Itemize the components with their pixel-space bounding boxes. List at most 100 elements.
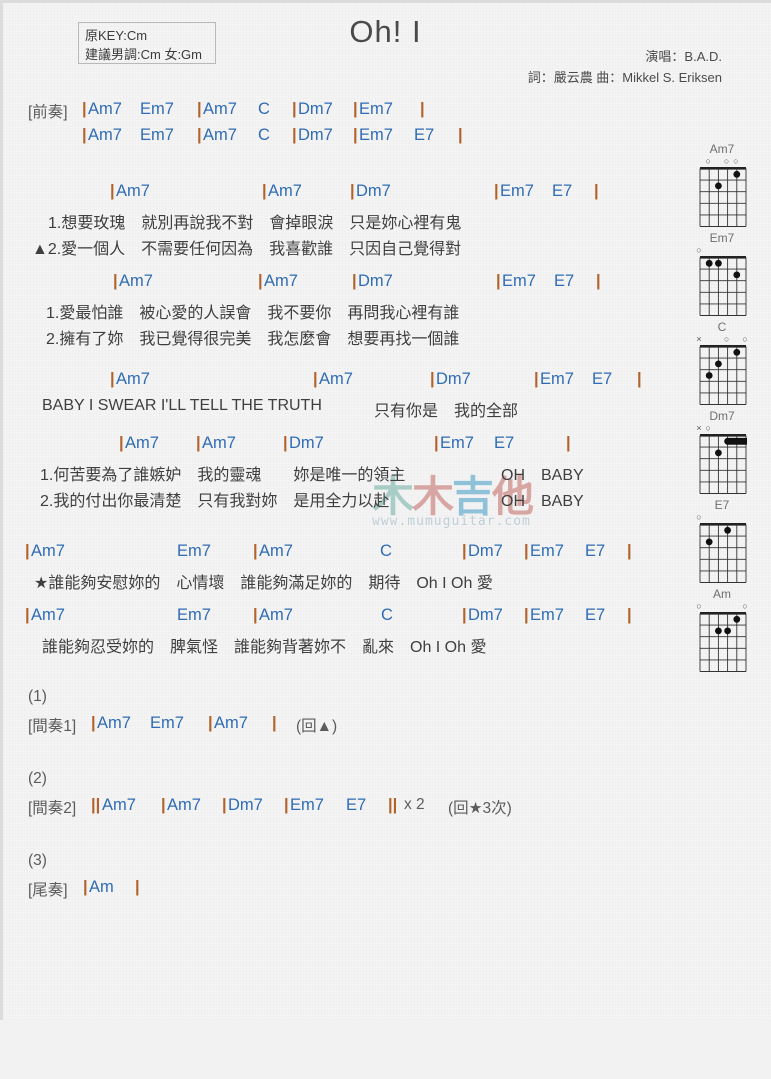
chord-diagram-grid <box>699 612 747 673</box>
chord: E7 <box>585 606 606 624</box>
ending2-chord-line: [間奏2] || Am7 | Am7 | Dm7 | Em7 E7 || x 2… <box>0 794 690 820</box>
barline: | <box>292 100 297 118</box>
lyric-text-english: BABY I SWEAR I'LL TELL THE TRUTH <box>42 397 322 414</box>
chord: Em7 <box>140 100 174 118</box>
repeat-count: x 2 <box>404 796 425 813</box>
barline: || <box>388 796 398 814</box>
chord: Em7 <box>359 126 393 144</box>
open-string-icon <box>741 335 750 344</box>
barline: | <box>566 434 571 452</box>
verseB-chord-line: | Am7 | Am7 | Dm7 | Em7 E7 | <box>0 270 690 296</box>
barline: | <box>596 272 601 290</box>
chord-diagram-grid <box>699 256 747 317</box>
chord-diagram-markers <box>699 245 745 256</box>
barline: | <box>524 606 529 624</box>
chord: Am7 <box>214 714 248 732</box>
chord: E7 <box>592 370 613 388</box>
verseB-lyric-1: 1.愛最怕誰 被心愛的人誤會 我不要你 再問我心裡有誰 <box>0 296 690 322</box>
chord: Dm7 <box>228 796 263 814</box>
chord: Am7 <box>259 542 293 560</box>
barline: | <box>494 182 499 200</box>
lyric-text: 2.我的付出你最清楚 只有我對妳 是用全力以赴 <box>40 493 390 510</box>
section-label-interlude1: [間奏1] <box>28 718 77 735</box>
chord: Em7 <box>530 542 564 560</box>
chord-diagram-grid <box>699 345 747 406</box>
verseC-lyric-2: 2.我的付出你最清楚 只有我對妳 是用全力以赴 OH BABY <box>0 484 690 510</box>
sheet-page: 原KEY:Cm 建議男調:Cm 女:Gm Oh! I 演唱：B.A.D. 詞：嚴… <box>0 0 771 1020</box>
barline: | <box>420 100 425 118</box>
open-string-icon <box>722 157 731 166</box>
chord-diagram-markers <box>699 156 745 167</box>
barline: | <box>292 126 297 144</box>
barline: | <box>284 796 289 814</box>
barline: | <box>462 606 467 624</box>
chord: Am7 <box>31 542 65 560</box>
barline: | <box>434 434 439 452</box>
open-string-icon <box>695 513 704 522</box>
section-label-outro: [尾奏] <box>28 882 68 899</box>
chord: E7 <box>552 182 573 200</box>
verseB-lyric-2: 2.擁有了妳 我已覺得很完美 我怎麼會 想要再找一個誰 <box>0 322 690 348</box>
chord: Dm7 <box>468 606 503 624</box>
chord: Dm7 <box>436 370 471 388</box>
chord-diagram-e7: E7 <box>681 498 763 587</box>
barline: | <box>627 542 632 560</box>
chord-diagram-dm7: Dm7 <box>681 409 763 498</box>
chord: Am7 <box>97 714 131 732</box>
chord: Dm7 <box>289 434 324 452</box>
chord-diagram-c: C <box>681 320 763 409</box>
repeat-note: (回▲) <box>296 718 338 735</box>
barline: | <box>253 542 258 560</box>
section-label-interlude2: [間奏2] <box>28 800 77 817</box>
chord-diagram-am: Am <box>681 587 763 676</box>
chord-diagram-name: Am <box>713 587 731 601</box>
chorus1-lyric: ★誰能夠安慰妳的 心情壞 誰能夠滿足妳的 期待 Oh I Oh 愛 <box>0 566 690 592</box>
barline: | <box>253 606 258 624</box>
chord: Em7 <box>530 606 564 624</box>
chord-diagram-em7: Em7 <box>681 231 763 320</box>
intro-chord-line-2: | Am7 Em7 | Am7 C | Dm7 | Em7 E7 | <box>0 124 690 150</box>
verseA-lyric-1: 1.想要玫瑰 就別再說我不對 會掉眼淚 只是妳心裡有鬼 <box>0 206 690 232</box>
chord: Am7 <box>203 100 237 118</box>
chord: Am7 <box>116 370 150 388</box>
ending1-chord-line: [間奏1] | Am7 Em7 | Am7 | (回▲) <box>0 712 690 738</box>
chord: E7 <box>494 434 515 452</box>
barline: | <box>222 796 227 814</box>
chord: Am7 <box>31 606 65 624</box>
barline: | <box>113 272 118 290</box>
chorus2-chord-line: | Am7 Em7 | Am7 C | Dm7 | Em7 E7 | <box>0 604 690 630</box>
chord: Am7 <box>116 182 150 200</box>
chord: Em7 <box>540 370 574 388</box>
chord: C <box>381 606 393 624</box>
chord-diagram-grid <box>699 167 747 228</box>
chord: Am7 <box>264 272 298 290</box>
barline: | <box>161 796 166 814</box>
lyric-text: 2.擁有了妳 我已覺得很完美 我怎麼會 想要再找一個誰 <box>46 331 460 348</box>
chord-diagram-markers <box>699 334 745 345</box>
chord-diagram-grid <box>699 434 747 495</box>
section-number: (1) <box>28 688 47 705</box>
chord: Dm7 <box>298 100 333 118</box>
chord-diagram-name: C <box>717 320 727 334</box>
lyric-text-chinese: 只有你是 我的全部 <box>374 403 519 420</box>
ending1-number-row: (1) <box>0 686 690 712</box>
chord: E7 <box>414 126 435 144</box>
lyric-text: ★誰能夠安慰妳的 心情壞 誰能夠滿足妳的 期待 Oh I Oh 愛 <box>34 575 493 592</box>
open-string-icon <box>695 246 704 255</box>
barline: | <box>462 542 467 560</box>
barline: | <box>283 434 288 452</box>
muted-string-icon <box>695 335 704 344</box>
prechorus-chord-line: | Am7 | Am7 | Dm7 | Em7 E7 | <box>0 368 690 394</box>
barline: | <box>637 370 642 388</box>
chord: Em7 <box>359 100 393 118</box>
chord: Am7 <box>319 370 353 388</box>
verseC-chord-line: | Am7 | Am7 | Dm7 | Em7 E7 | <box>0 432 690 458</box>
chord: C <box>258 100 270 118</box>
credits: 演唱：B.A.D. 詞：嚴云農 曲：Mikkel S. Eriksen <box>528 46 722 88</box>
barline: | <box>208 714 213 732</box>
verseA-chord-line: | Am7 | Am7 | Dm7 | Em7 E7 | <box>0 180 690 206</box>
chorus2-lyric: 誰能夠忍受妳的 脾氣怪 誰能夠背著妳不 亂來 Oh I Oh 愛 <box>0 630 690 656</box>
